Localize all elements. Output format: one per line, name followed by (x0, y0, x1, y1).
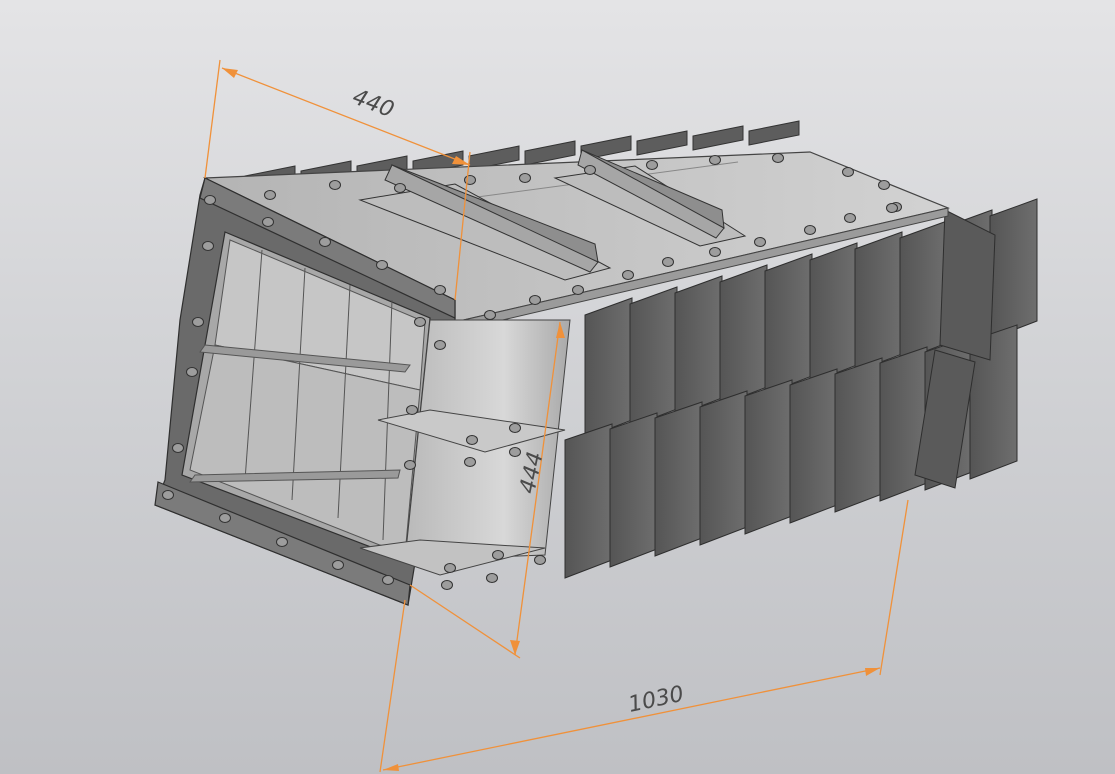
bolt-head (404, 460, 416, 470)
bolt-head (264, 190, 276, 200)
bolt-head (332, 560, 344, 570)
bolt-head (172, 443, 184, 453)
bolt-head (262, 217, 274, 227)
rear-fin (748, 120, 800, 146)
bolt-head (414, 317, 426, 327)
bolt-head (878, 180, 890, 190)
cad-viewport[interactable]: 440 444 1030 (0, 0, 1115, 774)
bolt-head (509, 447, 521, 457)
bolt-head (529, 295, 541, 305)
side-fin-lower (699, 390, 748, 546)
side-fin-upper (674, 275, 723, 417)
bolt-head (192, 317, 204, 327)
side-fin-upper (809, 242, 858, 384)
bolt-head (319, 237, 331, 247)
bolt-head (434, 285, 446, 295)
bolt-head (842, 167, 854, 177)
side-fin-upper (719, 264, 768, 406)
bolt-head (519, 173, 531, 183)
bolt-head (886, 203, 898, 213)
side-fin-lower (789, 368, 838, 524)
bolt-head (754, 237, 766, 247)
bolt-head (709, 247, 721, 257)
side-fin-lower (744, 379, 793, 535)
dimension-length-label: 1030 (626, 682, 686, 718)
bolt-head (434, 340, 446, 350)
side-fin-upper (584, 297, 633, 439)
bolt-head (276, 537, 288, 547)
bolt-head (329, 180, 341, 190)
side-fin-upper (764, 253, 813, 395)
bolt-head (804, 225, 816, 235)
bolt-head (464, 457, 476, 467)
bolt-head (584, 165, 596, 175)
side-fin-lower (654, 401, 703, 557)
bolt-head (202, 241, 214, 251)
cad-model-drawing: 440 444 1030 (154, 59, 1038, 773)
side-fin-lower (564, 423, 613, 579)
side-fin-upper (629, 286, 678, 428)
bolt-head (382, 575, 394, 585)
bolt-head (219, 513, 231, 523)
bolt-head (772, 153, 784, 163)
side-fin-upper (854, 231, 903, 373)
bolt-head (486, 573, 498, 583)
bolt-head (444, 563, 456, 573)
side-fin-end (939, 209, 996, 361)
side-fin-lower (609, 412, 658, 568)
side-fin-upper (989, 198, 1038, 340)
bolt-head (662, 257, 674, 267)
bolt-head (466, 435, 478, 445)
bolt-head (622, 270, 634, 280)
bolt-head (844, 213, 856, 223)
bolt-head (162, 490, 174, 500)
bolt-head (484, 310, 496, 320)
bolt-head (509, 423, 521, 433)
bolt-head (406, 405, 418, 415)
bolt-head (534, 555, 546, 565)
bolt-head (376, 260, 388, 270)
bolt-head (186, 367, 198, 377)
bolt-head (646, 160, 658, 170)
side-fin-lower (834, 357, 883, 513)
rear-fin (524, 140, 576, 166)
bolt-head (492, 550, 504, 560)
bolt-head (709, 155, 721, 165)
rear-fin (692, 125, 744, 151)
bolt-head (572, 285, 584, 295)
rear-fin (636, 130, 688, 156)
bolt-head (441, 580, 453, 590)
bolt-head (394, 183, 406, 193)
bolt-head (204, 195, 216, 205)
dimension-width-label: 440 (349, 85, 397, 123)
bolt-head (464, 175, 476, 185)
side-fin-lower (879, 346, 928, 502)
